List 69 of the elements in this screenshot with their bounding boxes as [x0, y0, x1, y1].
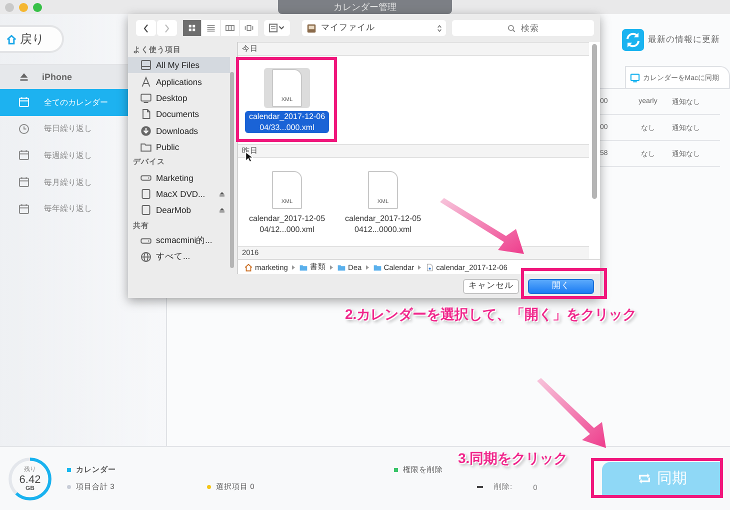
- clock-icon: [18, 122, 30, 135]
- minus-icon: [477, 486, 483, 488]
- eject-icon: [18, 71, 30, 83]
- file-name[interactable]: calendar_2017-12-05 04/12...000.xml: [245, 212, 329, 234]
- path-separator-icon: [418, 264, 422, 270]
- folder-icon: [298, 262, 308, 272]
- calendar-icon: [18, 96, 30, 108]
- arrange-menu-button[interactable]: [264, 20, 290, 36]
- stepper-icon: [437, 24, 442, 32]
- refresh-icon[interactable]: [622, 29, 644, 51]
- location-popup[interactable]: マイファイル: [302, 20, 446, 36]
- instruction-text: 3.同期をクリック: [458, 450, 568, 468]
- column-view-icon: [225, 23, 235, 33]
- sidebar-item[interactable]: DearMob: [128, 202, 230, 219]
- chevron-left-icon: [143, 24, 149, 32]
- instruction-text: 2.カレンダーを選択して、「開く」をクリック: [345, 306, 637, 324]
- calendar-icon: [18, 202, 30, 215]
- sidebar-item[interactable]: すべて...: [128, 248, 230, 266]
- sidebar-item[interactable]: All My Files: [128, 57, 230, 74]
- sync-icon: [637, 471, 652, 486]
- cancel-button[interactable]: キャンセル: [463, 278, 519, 294]
- chevron-right-icon: [164, 24, 170, 32]
- document-icon: [140, 108, 152, 120]
- cover-flow-icon: [244, 23, 254, 33]
- folder-icon: [372, 262, 382, 272]
- sidebar-item[interactable]: scmacmini的...: [128, 232, 230, 249]
- grid-view-icon: [187, 23, 197, 33]
- file-name[interactable]: calendar_2017-12-06 04/33...000.xml: [245, 110, 329, 132]
- scrollbar[interactable]: [230, 72, 234, 268]
- scrollbar[interactable]: [592, 44, 597, 199]
- sidebar-item[interactable]: Public: [128, 138, 230, 156]
- home-icon: [244, 262, 253, 272]
- arrange-caret-icon: [267, 22, 287, 34]
- monitor-icon: [630, 72, 640, 82]
- drawer-icon: [140, 59, 152, 72]
- sidebar-item[interactable]: MacX DVD...: [128, 186, 230, 202]
- path-separator-icon: [366, 264, 369, 270]
- calendar-icon: [18, 176, 30, 188]
- back-nav-button[interactable]: [136, 20, 156, 36]
- view-mode-button[interactable]: [202, 20, 220, 36]
- device-name: iPhone: [42, 72, 72, 82]
- download-icon: [140, 124, 152, 137]
- back-button[interactable]: 戻り: [0, 25, 64, 53]
- refresh-label[interactable]: 最新の情報に更新: [648, 34, 720, 46]
- sidebar-item[interactable]: Downloads: [128, 122, 230, 139]
- sidebar-item[interactable]: Applications: [128, 73, 230, 90]
- compass-icon: [140, 76, 152, 88]
- home-icon: [6, 34, 17, 44]
- path-separator-icon: [292, 264, 295, 270]
- window-title: カレンダー管理: [278, 0, 452, 14]
- monitor-icon: [140, 92, 152, 104]
- drawer-icon: [306, 22, 317, 34]
- calendar-icon: [18, 149, 30, 162]
- search-field[interactable]: 検索: [452, 20, 594, 36]
- folder-icon: [336, 262, 346, 272]
- view-mode-button[interactable]: [240, 20, 258, 36]
- file-name[interactable]: calendar_2017-12-05 0412...0000.xml: [341, 212, 425, 234]
- path-separator-icon: [330, 264, 333, 270]
- eject-icon[interactable]: [218, 206, 226, 214]
- eject-icon[interactable]: [218, 190, 226, 198]
- view-mode-button[interactable]: [183, 20, 201, 36]
- folder-icon: [140, 141, 152, 154]
- file-icon: [425, 262, 434, 272]
- globe-icon: [140, 251, 152, 264]
- view-mode-button[interactable]: [221, 20, 239, 36]
- search-icon: [507, 24, 516, 32]
- list-view-icon: [206, 23, 216, 33]
- sidebar-item[interactable]: Marketing: [128, 169, 230, 186]
- mouse-pointer-icon: [245, 151, 253, 163]
